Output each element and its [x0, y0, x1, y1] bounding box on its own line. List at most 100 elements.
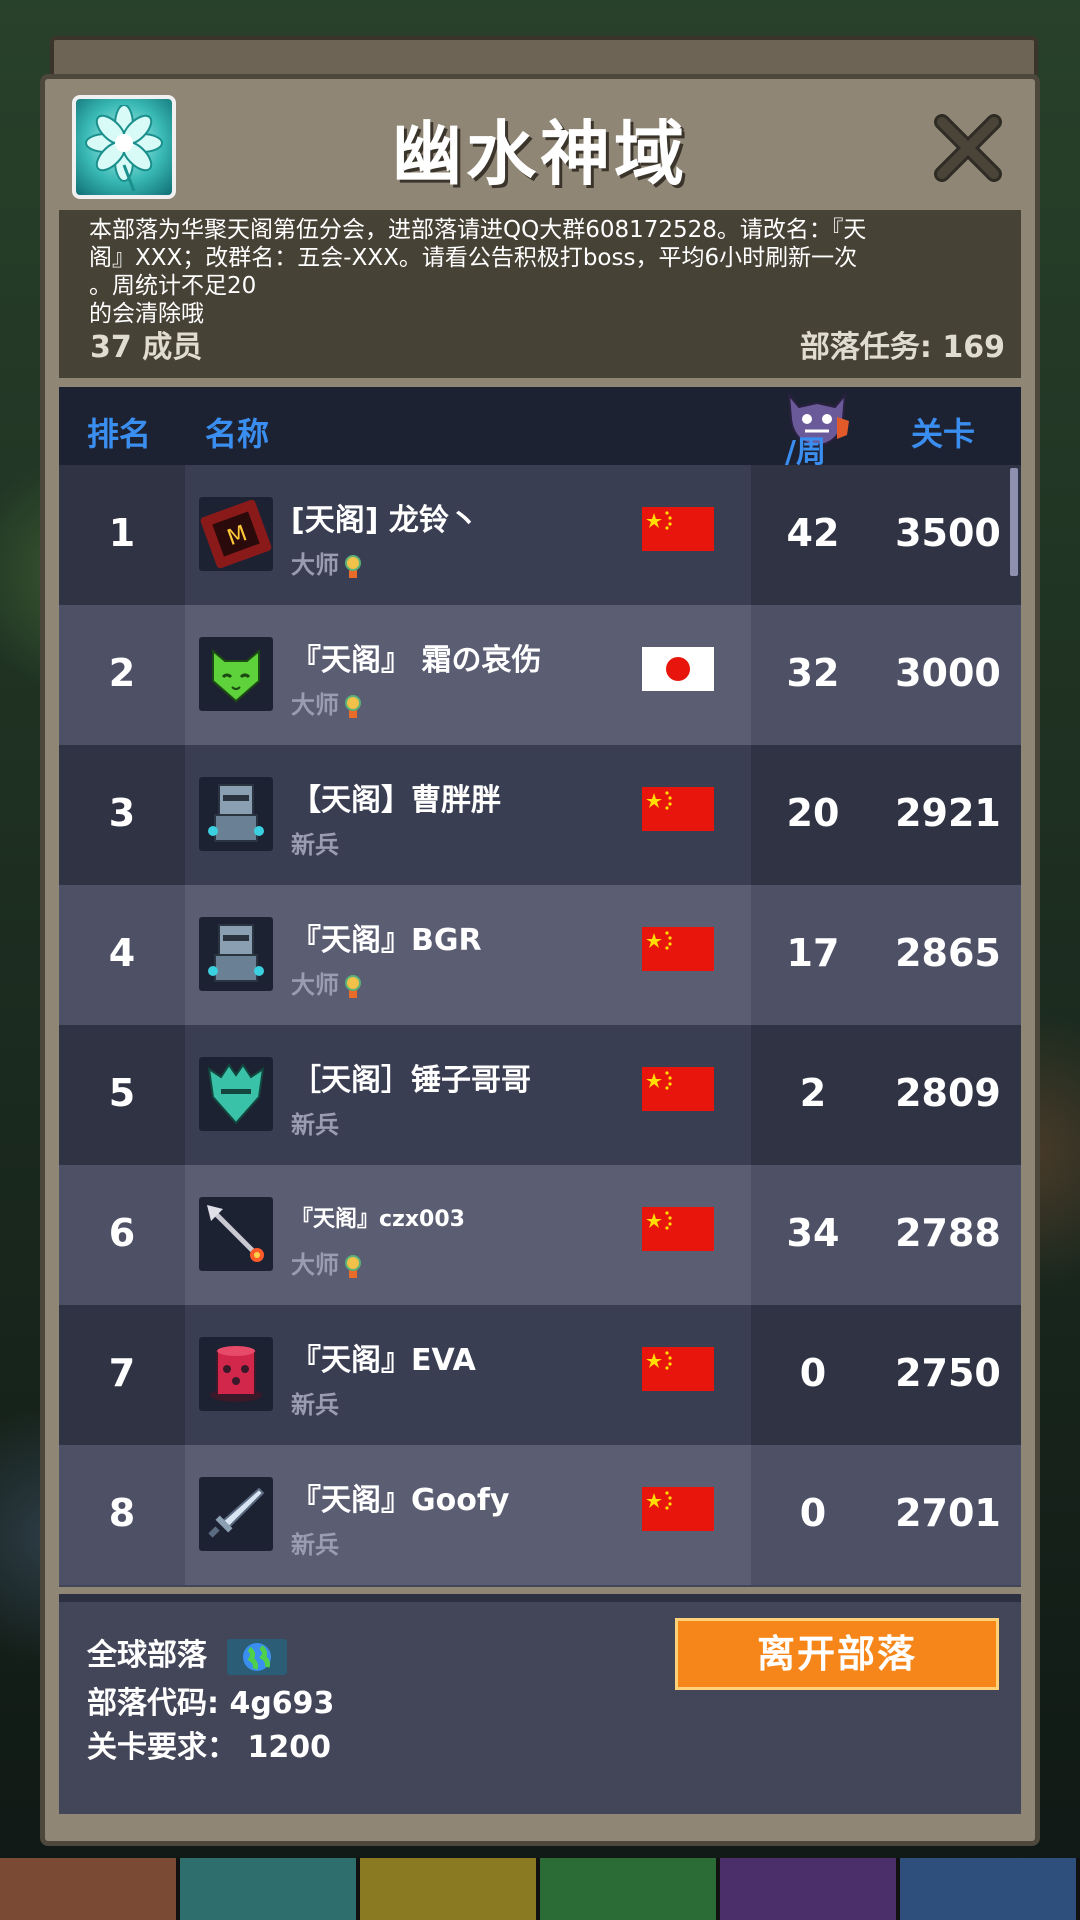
header-level[interactable]: 关卡 — [911, 409, 975, 455]
week-cell: 32 — [786, 651, 840, 695]
china-flag — [642, 507, 714, 551]
leave-tribe-button[interactable]: 离开部落 — [675, 1618, 999, 1690]
player-role: 新兵 — [291, 1105, 339, 1140]
role-label: 大师 — [291, 1251, 339, 1279]
level-cell: 2865 — [895, 931, 1001, 975]
robot-knight-icon — [199, 777, 273, 851]
table-row[interactable]: 1 M [天阁] 龙铃丶 大师 42 3500 — [59, 465, 1021, 605]
level-cell: 2750 — [895, 1351, 1001, 1395]
description-line: 阁』XXX；改群名：五会-XXX。请看公告积极打boss，平均6小时刷新一次 — [89, 245, 858, 271]
role-label: 新兵 — [291, 1391, 339, 1419]
role-label: 新兵 — [291, 831, 339, 859]
table-row[interactable]: 7 『天阁』EVA 新兵 0 2750 — [59, 1305, 1021, 1445]
role-label: 大师 — [291, 971, 339, 999]
role-label: 新兵 — [291, 1531, 339, 1559]
tribe-description-box: 本部落为华聚天阁第伍分会，进部落请进QQ大群608172528。请改名：『天 阁… — [59, 210, 1021, 378]
medal-icon — [345, 975, 361, 998]
table-header: 排名 名称 /周 关卡 — [59, 387, 1021, 470]
player-role: 新兵 — [291, 1385, 339, 1420]
table-row[interactable]: 5 ［天阁］锤子哥哥 新兵 2 2809 — [59, 1025, 1021, 1165]
member-table: 排名 名称 /周 关卡 1 M [天阁] 龙铃丶 大师 42 3500 2 『天… — [59, 387, 1021, 1587]
level-cell: 2788 — [895, 1211, 1001, 1255]
player-role: 新兵 — [291, 1525, 339, 1560]
week-cell: 0 — [799, 1491, 827, 1535]
rank-cell: 5 — [108, 1071, 136, 1115]
week-cell: 17 — [786, 931, 840, 975]
player-role: 大师 — [291, 965, 361, 1000]
table-row[interactable]: 6 『天阁』czx003 大师 34 2788 — [59, 1165, 1021, 1305]
level-cell: 2701 — [895, 1491, 1001, 1535]
role-label: 新兵 — [291, 1111, 339, 1139]
robot-knight-icon — [199, 917, 273, 991]
heart-hat-icon — [199, 1337, 273, 1411]
player-role: 大师 — [291, 545, 361, 580]
bottom-tab-bar — [0, 1858, 1080, 1920]
table-row[interactable]: 4 『天阁』BGR 大师 17 2865 — [59, 885, 1021, 1025]
player-name: 『天阁』Goofy — [291, 1483, 510, 1518]
rank-cell: 1 — [108, 511, 136, 555]
spellbook-icon: M — [199, 497, 273, 571]
tribe-logo-icon — [72, 95, 176, 199]
description-line: 。周统计不足20 — [89, 273, 257, 299]
level-cell: 2809 — [895, 1071, 1001, 1115]
level-cell: 3500 — [895, 511, 1001, 555]
sword-icon — [199, 1477, 273, 1551]
green-cat-icon — [199, 637, 273, 711]
china-flag — [642, 787, 714, 831]
close-icon[interactable] — [930, 110, 1006, 186]
global-tribe-label: 全球部落 — [87, 1638, 207, 1673]
player-name: 『天阁』czx003 — [291, 1207, 465, 1232]
role-label: 大师 — [291, 691, 339, 719]
rank-cell: 4 — [108, 931, 136, 975]
week-cell: 20 — [786, 791, 840, 835]
week-cell: 0 — [799, 1351, 827, 1395]
china-flag — [642, 1487, 714, 1531]
player-name: [天阁] 龙铃丶 — [291, 503, 479, 538]
header-rank[interactable]: 排名 — [87, 409, 151, 455]
player-name: 『天阁』 霜の哀伤 — [291, 643, 542, 678]
table-scrollbar[interactable] — [1010, 468, 1018, 576]
table-row[interactable]: 3 【天阁】曹胖胖 新兵 20 2921 — [59, 745, 1021, 885]
table-row[interactable]: 8 『天阁』Goofy 新兵 0 2701 — [59, 1445, 1021, 1585]
rank-cell: 3 — [108, 791, 136, 835]
china-flag — [642, 927, 714, 971]
arrow-icon — [199, 1197, 273, 1271]
player-name: 【天阁】曹胖胖 — [291, 783, 501, 818]
tribe-description: 本部落为华聚天阁第伍分会，进部落请进QQ大群608172528。请改名：『天 阁… — [89, 216, 989, 328]
week-cell: 2 — [799, 1071, 827, 1115]
china-flag — [642, 1207, 714, 1251]
global-tribe-line: 全球部落 — [87, 1630, 288, 1675]
level-cell: 3000 — [895, 651, 1001, 695]
tribe-tasks: 部落任务: 169 — [799, 330, 1005, 365]
player-role: 新兵 — [291, 825, 339, 860]
table-row[interactable]: 2 『天阁』 霜の哀伤 大师 32 3000 — [59, 605, 1021, 745]
player-role: 大师 — [291, 685, 361, 720]
japan-flag — [642, 647, 714, 691]
medal-icon — [345, 555, 361, 578]
teal-monster-icon — [199, 1057, 273, 1131]
player-name: 『天阁』EVA — [291, 1343, 476, 1378]
level-requirement: 关卡要求： 1200 — [87, 1730, 331, 1765]
rank-cell: 8 — [108, 1491, 136, 1535]
medal-icon — [345, 695, 361, 718]
rank-cell: 2 — [108, 651, 136, 695]
level-cell: 2921 — [895, 791, 1001, 835]
description-line: 本部落为华聚天阁第伍分会，进部落请进QQ大群608172528。请改名：『天 — [89, 217, 867, 243]
week-cell: 42 — [786, 511, 840, 555]
player-name: 『天阁』BGR — [291, 923, 482, 958]
role-label: 大师 — [291, 551, 339, 579]
player-role: 大师 — [291, 1245, 361, 1280]
tribe-title: 幽水神域 — [392, 113, 688, 195]
rank-cell: 7 — [108, 1351, 136, 1395]
player-name: ［天阁］锤子哥哥 — [291, 1063, 531, 1098]
week-cell: 34 — [786, 1211, 840, 1255]
rank-cell: 6 — [108, 1211, 136, 1255]
china-flag — [642, 1067, 714, 1111]
globe-icon — [227, 1638, 288, 1675]
tribe-footer: 全球部落 部落代码: 4g693 关卡要求： 1200 离开部落 — [59, 1594, 1021, 1814]
tribe-code: 部落代码: 4g693 — [87, 1686, 335, 1721]
china-flag — [642, 1347, 714, 1391]
member-count: 37 成员 — [90, 330, 203, 365]
medal-icon — [345, 1255, 361, 1278]
header-name[interactable]: 名称 — [205, 409, 269, 455]
